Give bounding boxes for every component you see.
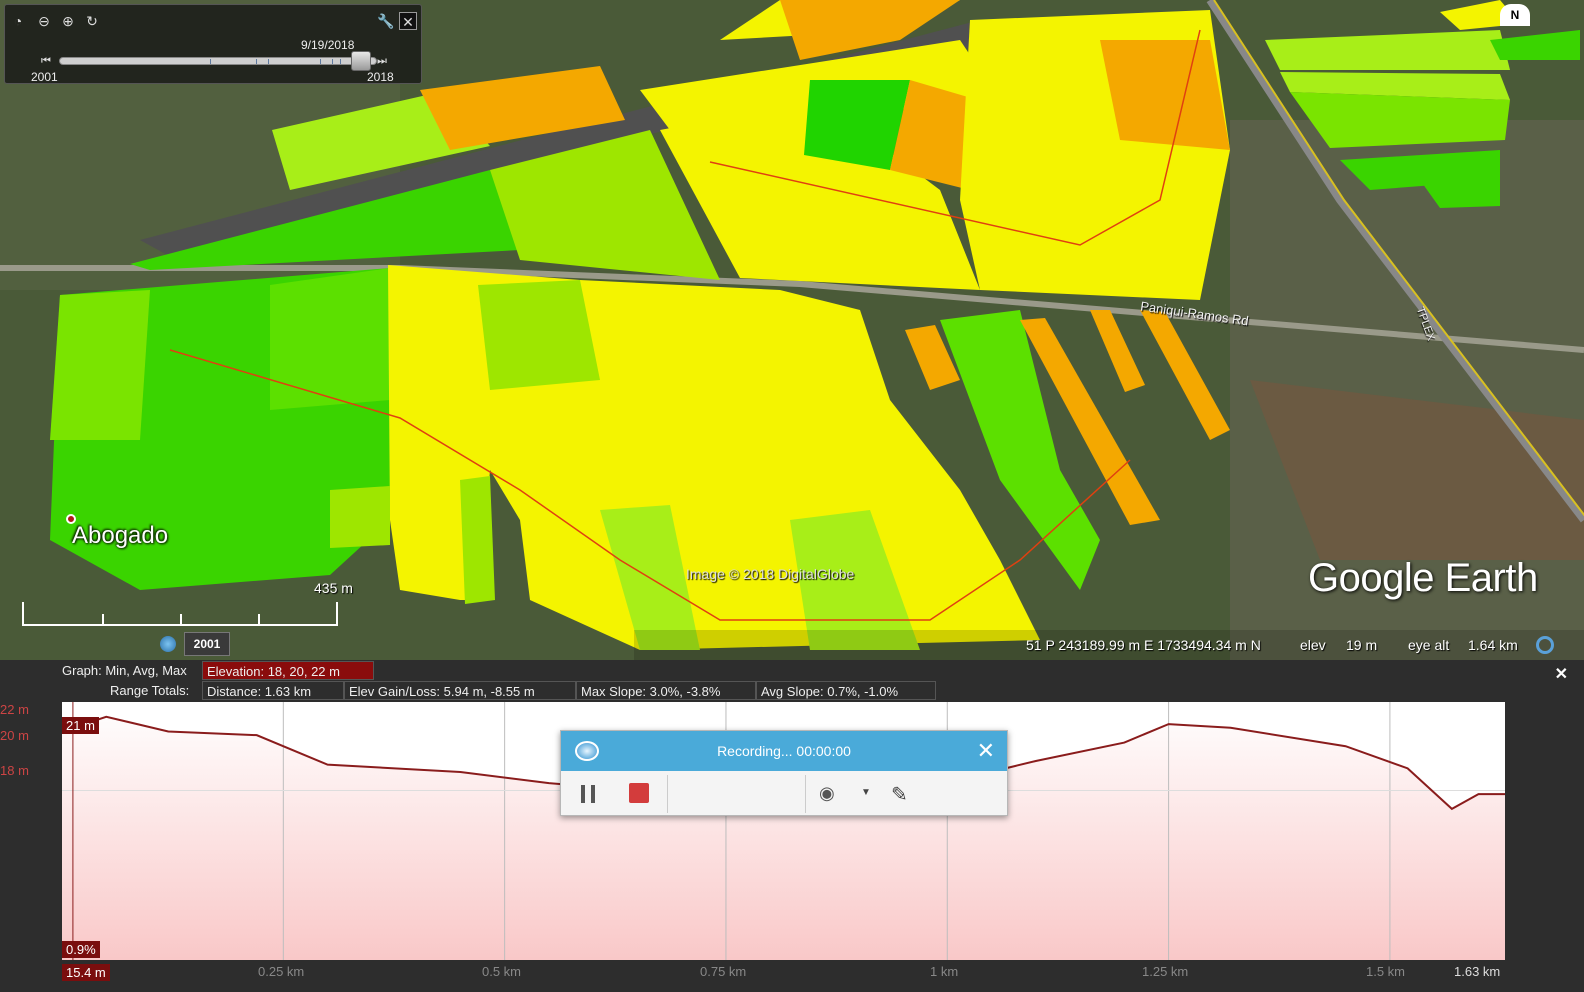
slider-tick [320,59,321,64]
close-icon[interactable]: ✕ [399,12,417,30]
skip-start-icon[interactable]: ⏮ [41,55,51,68]
scale-tick [258,614,260,624]
y-tick-label: 20 m [0,728,29,743]
x-tick-label: 1.63 km [1454,964,1501,979]
wrench-icon[interactable]: 🔧 [377,12,395,30]
x-tick-label: 1.25 km [1142,964,1189,979]
pencil-icon[interactable]: ✎ [891,782,908,807]
chevron-down-icon[interactable]: ▼ [861,787,871,798]
elev-gain-chip: Elev Gain/Loss: 5.94 m, -8.55 m [344,681,576,700]
x-tick-label: 0.25 km [258,964,305,979]
zoom-out-icon[interactable]: ⊖ [35,12,53,30]
recording-titlebar[interactable]: Recording... 00:00:00 ✕ [561,731,1007,771]
recording-dialog: Recording... 00:00:00 ✕ ◉ ▼ ✎ [560,730,1008,816]
status-coords: 51 P 243189.99 m E 1733494.34 m N [1026,637,1261,653]
webcam-icon[interactable]: ◉ [819,783,841,805]
slider-tick [268,59,269,64]
close-profile-icon[interactable]: ✕ [1555,664,1568,684]
y-tick-label: 18 m [0,763,29,778]
historical-imagery-slider: ◔ ⊖ ⊕ ↻ 🔧 ✕ 9/19/2018 ⏮ ⏭ 2001 2018 [4,4,422,84]
slider-date: 9/19/2018 [301,38,355,52]
status-eye-alt-label: eye alt [1408,637,1450,653]
cursor-elev-marker: 21 m [62,717,99,734]
google-earth-logo: Google Earth [1308,556,1538,600]
x-tick-label: 1.5 km [1366,964,1406,979]
map-view[interactable]: ◔ ⊖ ⊕ ↻ 🔧 ✕ 9/19/2018 ⏮ ⏭ 2001 2018 N Ab… [0,0,1584,666]
pause-icon[interactable] [581,785,595,803]
slider-track[interactable] [59,57,377,65]
profile-header: Graph: Min, Avg, Max Elevation: 18, 20, … [0,660,1584,704]
zoom-in-icon[interactable]: ⊕ [59,12,77,30]
streaming-indicator-icon [1536,636,1554,654]
slider-thumb[interactable] [351,51,372,71]
historical-year-badge[interactable]: 2001 [184,632,230,656]
slider-start-year: 2001 [31,70,58,84]
status-bar: 51 P 243189.99 m E 1733494.34 m N elev 1… [634,630,1584,660]
max-slope-chip: Max Slope: 3.0%, -3.8% [576,681,756,700]
slider-tick [340,59,341,64]
elevation-profile-panel: Graph: Min, Avg, Max Elevation: 18, 20, … [0,660,1584,992]
toolbar-divider [667,775,668,813]
clock-icon[interactable]: ◔ [9,12,27,30]
status-eye-alt-value: 1.64 km [1468,637,1518,653]
slider-tick [332,59,333,64]
historical-imagery-icon[interactable] [160,636,176,652]
scale-label: 435 m [314,580,353,596]
range-totals-label: Range Totals: [110,683,190,698]
imagery-copyright: Image © 2018 DigitalGlobe [686,566,855,582]
distance-chip: Distance: 1.63 km [202,681,344,700]
scale-tick [180,614,182,624]
y-tick-label: 22 m [0,702,29,717]
status-elev-label: elev [1300,637,1326,653]
refresh-icon[interactable]: ↻ [83,12,101,30]
scale-tick [102,614,104,624]
slider-tick [210,59,211,64]
slider-end-year: 2018 [367,70,394,84]
compass-north[interactable]: N [1500,4,1530,26]
stop-icon[interactable] [629,783,649,803]
close-icon[interactable]: ✕ [977,738,995,764]
elevation-chip: Elevation: 18, 20, 22 m [202,661,374,680]
placemark-label[interactable]: Abogado [72,522,168,550]
x-tick-label: 0.75 km [700,964,747,979]
slider-tick [256,59,257,64]
skip-end-icon[interactable]: ⏭ [377,55,387,68]
cursor-dist-marker: 15.4 m [62,964,110,981]
status-elev-value: 19 m [1346,637,1378,653]
x-tick-label: 0.5 km [482,964,522,979]
cursor-slope-marker: 0.9% [62,941,100,958]
scale-bar [22,602,338,626]
avg-slope-chip: Avg Slope: 0.7%, -1.0% [756,681,936,700]
x-tick-label: 1 km [930,964,959,979]
graph-label: Graph: Min, Avg, Max [62,663,187,678]
recording-status: Recording... 00:00:00 [717,743,851,759]
toolbar-divider [805,775,806,813]
